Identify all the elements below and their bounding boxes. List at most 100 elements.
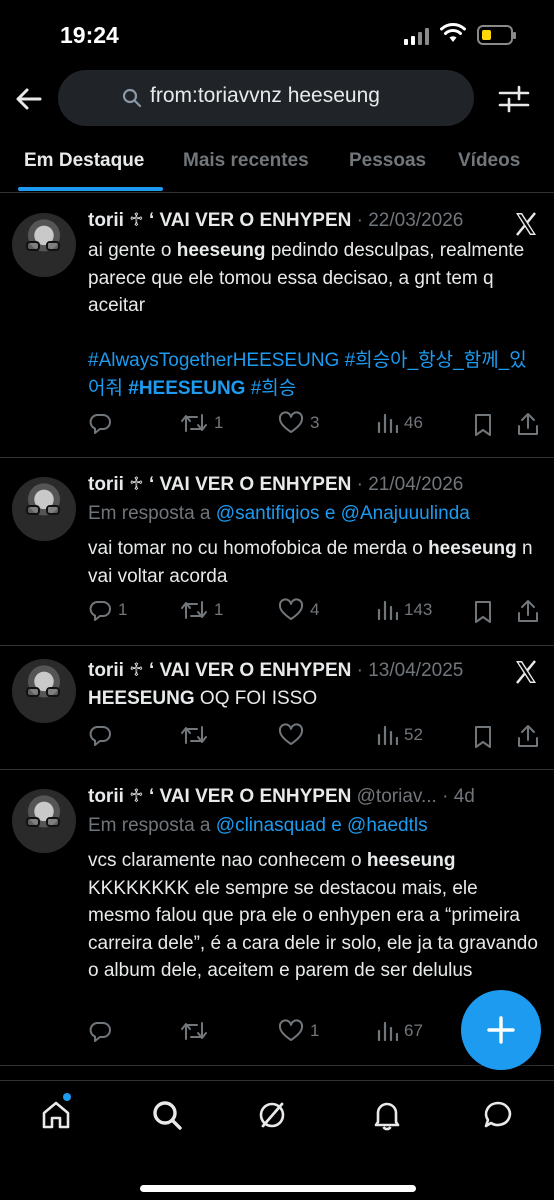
search-icon[interactable] xyxy=(151,1099,183,1131)
share-icon[interactable] xyxy=(516,598,540,624)
display-name[interactable]: torii ♱ ‘ VAI VER O ENHYPEN xyxy=(88,660,351,681)
heart-icon xyxy=(278,723,304,745)
mention-link[interactable]: @clinasquad e @haedtls xyxy=(216,815,428,836)
status-bar: 19:24 xyxy=(0,0,554,70)
hashtag[interactable]: #희승 xyxy=(251,378,297,399)
tweet-date: · 22/03/2026 xyxy=(351,210,464,231)
tweet-header: torii ♱ ‘ VAI VER O ENHYPEN · 13/04/2025 xyxy=(88,659,463,682)
active-tab-indicator xyxy=(18,187,163,191)
tweet-header: torii ♱ ‘ VAI VER O ENHYPEN @toriav... ·… xyxy=(88,785,475,808)
bookmark-icon[interactable] xyxy=(472,600,494,624)
display-name[interactable]: torii ♱ ‘ VAI VER O ENHYPEN xyxy=(88,786,351,807)
tab-pessoas[interactable]: Pessoas xyxy=(349,150,426,172)
bookmark-icon[interactable] xyxy=(472,413,494,437)
avatar[interactable] xyxy=(12,659,76,723)
back-arrow-icon[interactable] xyxy=(12,82,46,116)
views-button[interactable]: 143 xyxy=(376,598,432,622)
tweet[interactable]: torii ♱ ‘ VAI VER O ENHYPEN · 13/04/2025… xyxy=(0,645,554,770)
heart-icon xyxy=(278,598,304,620)
retweet-icon xyxy=(181,601,207,619)
tweet[interactable]: torii ♱ ‘ VAI VER O ENHYPEN · 21/04/2026… xyxy=(0,457,554,646)
views-button[interactable]: 52 xyxy=(376,723,423,747)
compose-button[interactable] xyxy=(461,990,541,1070)
filter-icon[interactable] xyxy=(497,82,531,116)
reply-icon xyxy=(89,414,111,434)
status-time: 19:24 xyxy=(60,22,119,48)
views-icon xyxy=(377,1021,398,1042)
battery-icon xyxy=(477,25,516,45)
tweet-actions: 52 xyxy=(88,723,538,753)
reply-button[interactable] xyxy=(88,723,118,747)
display-name[interactable]: torii ♱ ‘ VAI VER O ENHYPEN xyxy=(88,210,351,231)
bottom-nav xyxy=(0,1080,554,1200)
hashtag[interactable]: #AlwaysTogetherHEESEUNG xyxy=(88,350,339,371)
search-tabs: Em Destaque Mais recentes Pessoas Vídeos xyxy=(0,140,554,193)
tweet[interactable]: torii ♱ ‘ VAI VER O ENHYPEN · 22/03/2026… xyxy=(0,193,554,458)
retweet-icon xyxy=(181,726,207,744)
retweet-button[interactable] xyxy=(180,723,214,747)
like-button[interactable]: 1 xyxy=(278,1019,319,1043)
views-button[interactable]: 46 xyxy=(376,411,423,435)
heart-icon xyxy=(278,1019,304,1041)
tab-mais-recentes[interactable]: Mais recentes xyxy=(183,150,309,172)
tweet-text: HEESEUNG OQ FOI ISSO xyxy=(88,688,318,709)
messages-icon[interactable] xyxy=(482,1099,514,1131)
search-header: from:toriavvnz heeseung xyxy=(0,70,554,130)
tweet-actions: 1 1 4 143 xyxy=(88,598,538,628)
reply-button[interactable] xyxy=(88,1019,118,1043)
retweet-icon xyxy=(181,1022,207,1040)
tweet-date: · 13/04/2025 xyxy=(351,660,464,681)
like-button[interactable]: 4 xyxy=(278,598,319,622)
retweet-icon xyxy=(181,414,207,432)
display-name[interactable]: torii ♱ ‘ VAI VER O ENHYPEN xyxy=(88,474,351,495)
tab-videos[interactable]: Vídeos xyxy=(458,150,520,172)
tweet-date: · 21/04/2026 xyxy=(351,474,464,495)
mention-link[interactable]: @santifiqios e @Anajuuulinda xyxy=(216,503,470,524)
bookmark-icon[interactable] xyxy=(472,725,494,749)
wifi-icon xyxy=(440,23,466,42)
avatar[interactable] xyxy=(12,213,76,277)
grok-icon[interactable] xyxy=(256,1099,288,1131)
like-button[interactable]: 3 xyxy=(278,411,319,435)
plus-icon xyxy=(487,1016,515,1044)
tweet-text: ai gente o heeseung pedindo desculpas, r… xyxy=(88,240,527,399)
reply-button[interactable] xyxy=(88,411,118,435)
home-indicator xyxy=(140,1185,416,1192)
retweet-button[interactable]: 1 xyxy=(180,598,223,622)
retweet-button[interactable]: 1 xyxy=(180,411,223,435)
reply-context: Em resposta a @clinasquad e @haedtls xyxy=(88,815,428,836)
like-button[interactable] xyxy=(278,723,310,747)
search-input[interactable]: from:toriavvnz heeseung xyxy=(58,70,474,126)
avatar[interactable] xyxy=(12,477,76,541)
reply-icon xyxy=(89,601,111,621)
notifications-bell-icon[interactable] xyxy=(371,1099,403,1131)
share-icon[interactable] xyxy=(516,723,540,749)
tweet-header: torii ♱ ‘ VAI VER O ENHYPEN · 21/04/2026 xyxy=(88,473,463,496)
reply-icon xyxy=(89,1022,111,1042)
avatar[interactable] xyxy=(12,789,76,853)
hashtag[interactable]: #HEESEUNG xyxy=(128,378,245,399)
tweet-actions: 1 3 46 xyxy=(88,411,538,441)
reply-button[interactable]: 1 xyxy=(88,598,127,622)
notification-dot xyxy=(63,1093,71,1101)
search-query: from:toriavvnz heeseung xyxy=(150,84,380,107)
x-logo-icon xyxy=(516,212,536,236)
tweet-handle-date: @toriav... · 4d xyxy=(351,786,475,807)
views-button[interactable]: 67 xyxy=(376,1019,423,1043)
x-logo-icon xyxy=(516,660,536,684)
views-icon xyxy=(377,413,398,434)
views-icon xyxy=(377,725,398,746)
reply-icon xyxy=(89,726,111,746)
search-icon xyxy=(122,88,142,108)
tweet-header: torii ♱ ‘ VAI VER O ENHYPEN · 22/03/2026 xyxy=(88,209,463,232)
reply-context: Em resposta a @santifiqios e @Anajuuulin… xyxy=(88,503,470,524)
tab-em-destaque[interactable]: Em Destaque xyxy=(24,150,144,172)
share-icon[interactable] xyxy=(516,411,540,437)
tweet-text: vcs claramente nao conhecem o heeseung K… xyxy=(88,850,538,981)
signal-icon xyxy=(404,27,429,45)
views-icon xyxy=(377,600,398,621)
retweet-button[interactable] xyxy=(180,1019,214,1043)
home-icon[interactable] xyxy=(40,1099,72,1131)
heart-icon xyxy=(278,411,304,433)
tweet-text: vai tomar no cu homofobica de merda o he… xyxy=(88,538,533,587)
